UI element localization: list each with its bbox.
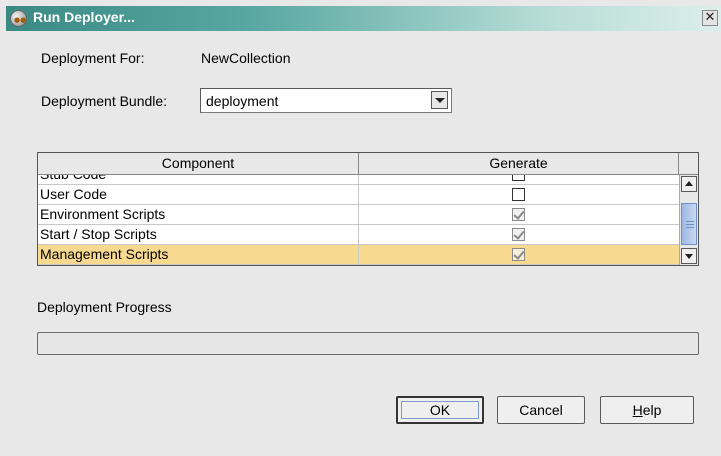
run-deployer-dialog: ●● Run Deployer... ✕ Deployment For: New… — [0, 0, 721, 456]
scroll-up-button[interactable] — [681, 176, 697, 192]
table-header: Component Generate — [38, 153, 698, 175]
generate-cell — [359, 185, 679, 205]
table-body: Stub Code User Code Environment Scripts — [38, 175, 679, 265]
help-button[interactable]: Help — [600, 396, 694, 424]
deployment-bundle-value: deployment — [206, 93, 279, 109]
close-icon[interactable]: ✕ — [702, 10, 718, 26]
deployment-bundle-select[interactable]: deployment — [200, 88, 452, 113]
cancel-button-label: Cancel — [519, 402, 563, 418]
generate-cell — [359, 245, 679, 265]
ok-button[interactable]: OK — [396, 396, 484, 424]
table-row[interactable]: Start / Stop Scripts — [38, 225, 679, 245]
table-row[interactable]: Management Scripts — [38, 245, 679, 265]
generate-cell — [359, 205, 679, 225]
vertical-scrollbar[interactable] — [679, 175, 698, 265]
table-row[interactable]: User Code — [38, 185, 679, 205]
arrow-down-icon — [685, 254, 693, 259]
scroll-down-button[interactable] — [681, 248, 697, 264]
generate-checkbox[interactable] — [512, 248, 525, 261]
generate-checkbox[interactable] — [512, 188, 525, 201]
dropdown-button[interactable] — [431, 91, 448, 109]
table-row[interactable]: Environment Scripts — [38, 205, 679, 225]
column-header-generate[interactable]: Generate — [359, 153, 679, 174]
generate-cell — [359, 225, 679, 245]
generate-checkbox[interactable] — [512, 208, 525, 221]
component-name: Stub Code — [38, 175, 359, 185]
scrollbar-thumb[interactable] — [681, 203, 697, 245]
component-name: Environment Scripts — [38, 205, 359, 225]
component-table: Component Generate Stub Code User Code — [37, 152, 699, 266]
table-rows: Stub Code User Code Environment Scripts — [38, 175, 679, 265]
deployment-progress-label: Deployment Progress — [37, 299, 172, 315]
column-header-component[interactable]: Component — [38, 153, 359, 174]
component-name: User Code — [38, 185, 359, 205]
arrow-up-icon — [685, 181, 693, 186]
deployment-for-label: Deployment For: — [41, 50, 145, 66]
deployment-progress-bar — [37, 332, 699, 355]
ok-button-label: OK — [429, 402, 451, 418]
generate-cell — [359, 175, 679, 185]
help-mnemonic: H — [632, 402, 643, 418]
deployment-bundle-label: Deployment Bundle: — [41, 93, 168, 109]
title-bar[interactable]: ●● Run Deployer... ✕ — [6, 6, 721, 31]
deployment-for-value: NewCollection — [201, 50, 291, 66]
window-title: Run Deployer... — [33, 9, 135, 25]
cancel-button[interactable]: Cancel — [497, 396, 585, 424]
table-row[interactable]: Stub Code — [38, 175, 679, 185]
help-button-label: elp — [642, 402, 662, 418]
chevron-down-icon — [435, 98, 445, 103]
component-name: Start / Stop Scripts — [38, 225, 359, 245]
generate-checkbox[interactable] — [512, 228, 525, 241]
generate-checkbox[interactable] — [512, 175, 525, 181]
component-name: Management Scripts — [38, 245, 359, 265]
app-cluster-icon: ●● — [10, 10, 27, 27]
header-corner — [679, 153, 698, 174]
